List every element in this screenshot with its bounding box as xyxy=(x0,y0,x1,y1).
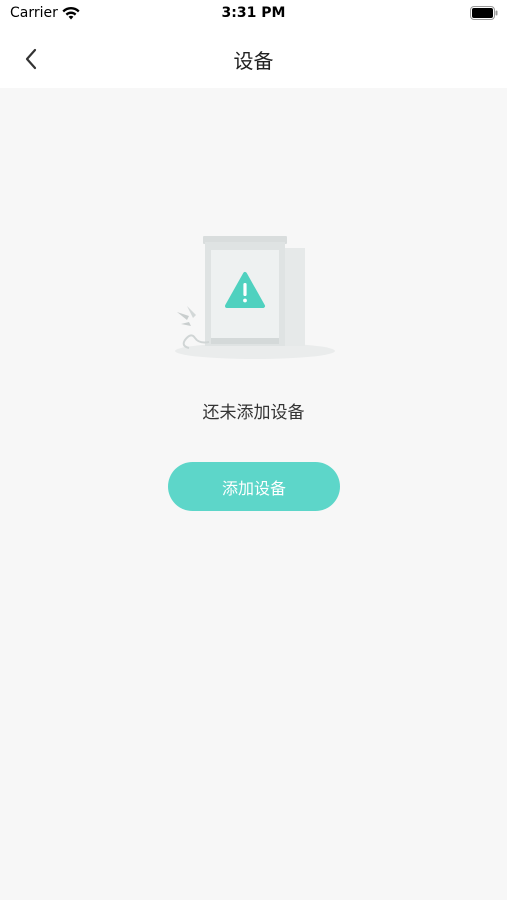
status-bar: Carrier 3:31 PM xyxy=(0,0,507,28)
add-device-button[interactable]: 添加设备 xyxy=(168,462,340,511)
clock: 3:31 PM xyxy=(221,5,286,21)
device-warning-illustration xyxy=(175,236,335,359)
battery-icon xyxy=(470,6,498,20)
page-title: 设备 xyxy=(233,49,274,73)
empty-state-message: 还未添加设备 xyxy=(202,403,305,423)
nav-bar: 设备 xyxy=(0,28,507,88)
